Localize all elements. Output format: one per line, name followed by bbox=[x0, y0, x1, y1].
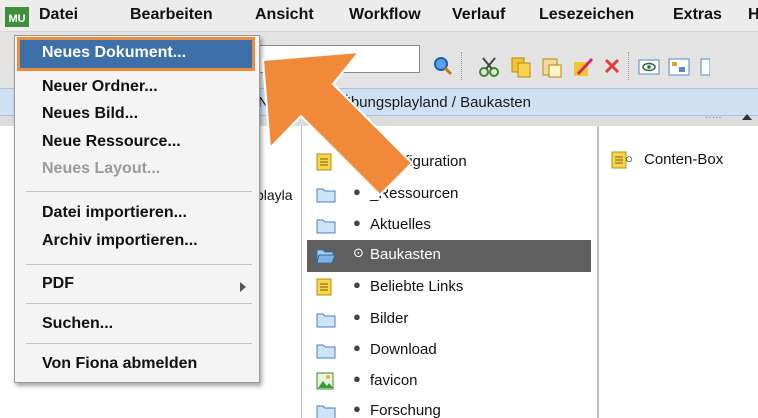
pointer-arrow-icon bbox=[261, 50, 414, 197]
